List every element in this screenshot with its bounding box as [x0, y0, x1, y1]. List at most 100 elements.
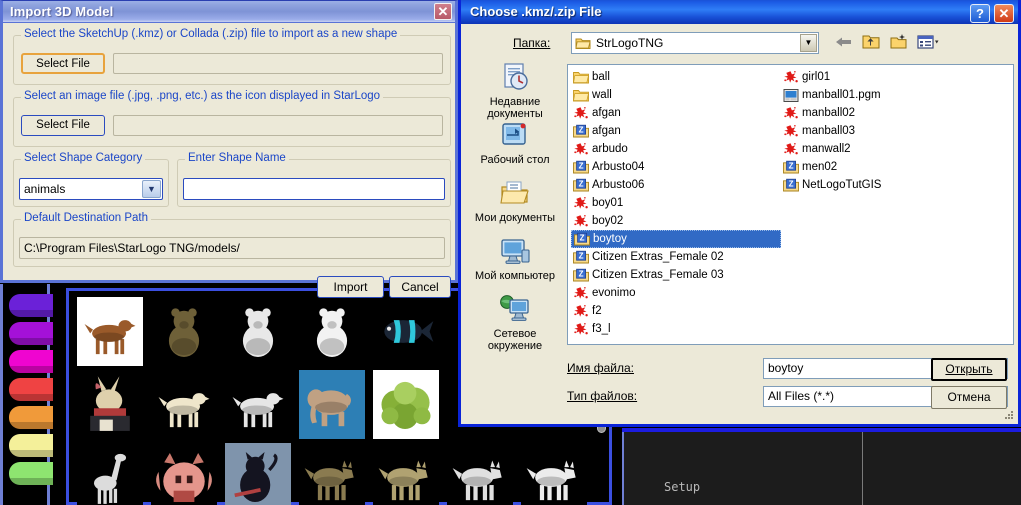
color-swatch[interactable]	[9, 406, 53, 429]
file-list-item[interactable]: Zmen02	[781, 158, 991, 176]
file-list-item[interactable]: ball	[571, 68, 781, 86]
pane-divider-left	[622, 432, 624, 505]
color-swatch[interactable]	[9, 350, 53, 373]
gallery-thumbnail[interactable]	[221, 295, 295, 368]
views-icon[interactable]	[917, 33, 939, 53]
color-swatch[interactable]	[9, 378, 53, 401]
close-icon[interactable]: ✕	[994, 4, 1014, 23]
gallery-thumbnail[interactable]	[73, 295, 147, 368]
file-list-item[interactable]: afgan	[571, 104, 781, 122]
cancel-button[interactable]: Cancel	[389, 276, 451, 298]
place-item-my-documents[interactable]: Мои документы	[465, 178, 565, 236]
gallery-thumbnail[interactable]	[369, 441, 443, 505]
file-list-item[interactable]: Z Arbusto04	[571, 158, 781, 176]
choose-dialog-titlebar[interactable]: Choose .kmz/.zip File ? ✕	[458, 0, 1021, 24]
gallery-thumbnail[interactable]	[147, 441, 221, 505]
file-list-item-label: manball02	[802, 107, 856, 119]
gallery-thumbnail-bear-brown	[151, 297, 217, 366]
file-list-item[interactable]: manball02	[781, 104, 991, 122]
network-places-icon	[465, 294, 565, 328]
file-list-item[interactable]: f2	[571, 302, 781, 320]
gallery-thumbnail-cat-black	[225, 443, 291, 505]
back-arrow-icon[interactable]	[833, 33, 855, 53]
chevron-down-icon[interactable]: ▼	[800, 34, 817, 52]
select-image-file-button[interactable]: Select File	[21, 115, 105, 136]
place-item-recent-documents[interactable]: Недавние документы	[465, 62, 565, 120]
gallery-thumbnail[interactable]	[443, 441, 517, 505]
color-swatch[interactable]	[9, 434, 53, 457]
color-swatch[interactable]	[9, 294, 53, 317]
file-list-item-label: ball	[592, 71, 610, 83]
file-list-item[interactable]: manball01.pgm	[781, 86, 991, 104]
places-bar[interactable]: Недавние документы Рабочий стол Мои докуме…	[465, 62, 565, 352]
file-list-item[interactable]: Z Citizen Extras_Female 03	[571, 266, 781, 284]
file-list-item-label: afgan	[592, 107, 621, 119]
gallery-thumbnail-wolf-tan-2	[373, 443, 439, 505]
place-item-network-places[interactable]: Сетевое окружение	[465, 294, 565, 352]
file-list-item[interactable]: f3_l	[571, 320, 781, 338]
gallery-thumbnail[interactable]	[147, 368, 221, 441]
lookin-select[interactable]: StrLogoTNG ▼	[571, 32, 819, 54]
import-button[interactable]: Import	[317, 276, 384, 298]
up-folder-icon[interactable]	[861, 33, 883, 53]
filename-label: Имя файла:	[567, 361, 634, 375]
cancel-button[interactable]: Отмена	[931, 386, 1007, 409]
place-item-my-computer[interactable]: Мой компьютер	[465, 236, 565, 294]
color-swatch[interactable]	[9, 322, 53, 345]
file-list-item[interactable]: arbudo	[571, 140, 781, 158]
gallery-thumbnail-bear-white	[225, 297, 291, 366]
shape-category-select[interactable]: animals ▼	[19, 178, 163, 200]
file-list-item[interactable]: manwall2	[781, 140, 991, 158]
file-list-item[interactable]: Z Citizen Extras_Female 02	[571, 248, 781, 266]
kmz-file-icon	[573, 196, 589, 211]
select-model-file-button[interactable]: Select File	[21, 53, 105, 74]
file-list-item[interactable]: boy01	[571, 194, 781, 212]
new-folder-icon[interactable]	[889, 33, 911, 53]
file-list-item-label: men02	[802, 161, 838, 173]
file-list-item[interactable]: Z Arbusto06	[571, 176, 781, 194]
place-item-desktop[interactable]: Рабочий стол	[465, 120, 565, 178]
file-list-item[interactable]: girl01	[781, 68, 991, 86]
file-list-item-label: Citizen Extras_Female 03	[592, 269, 724, 281]
file-list-item[interactable]: evonimo	[571, 284, 781, 302]
file-list[interactable]: ball wall afgan Zafgan arbudo Z Arbusto04 Z Arbu…	[567, 64, 1014, 345]
svg-text:Z: Z	[579, 179, 584, 188]
gallery-thumbnail[interactable]	[73, 368, 147, 441]
my-documents-icon	[465, 178, 565, 212]
image-file-path-input[interactable]	[113, 115, 443, 136]
model-file-path-input[interactable]	[113, 53, 443, 74]
gallery-thumbnail[interactable]	[147, 295, 221, 368]
file-list-item[interactable]: Zboytoy	[571, 230, 781, 248]
destination-path-input[interactable]: C:\Program Files\StarLogo TNG/models/	[19, 237, 445, 259]
gallery-thumbnail-giraffe	[77, 443, 143, 505]
gallery-thumbnail[interactable]	[295, 295, 369, 368]
kmz-file-icon	[783, 106, 799, 121]
close-icon[interactable]: ✕	[434, 3, 452, 20]
file-list-item[interactable]: wall	[571, 86, 781, 104]
resize-grip[interactable]	[1002, 408, 1016, 422]
choose-dialog-title: Choose .kmz/.zip File	[470, 4, 602, 19]
gallery-thumbnail[interactable]	[295, 368, 369, 441]
file-list-item[interactable]: manball03	[781, 122, 991, 140]
gallery-thumbnail[interactable]	[221, 441, 295, 505]
gallery-thumbnail[interactable]	[517, 441, 591, 505]
kmz-file-icon	[573, 286, 589, 301]
open-button[interactable]: Открыть	[931, 358, 1007, 381]
file-list-item[interactable]: Z NetLogoTutGIS	[781, 176, 991, 194]
gallery-thumbnail[interactable]	[221, 368, 295, 441]
import-dialog-titlebar[interactable]: Import 3D Model ✕	[3, 1, 455, 23]
gallery-thumbnail[interactable]	[369, 295, 443, 368]
color-swatch[interactable]	[9, 462, 53, 485]
setup-pane: Setup	[622, 428, 1021, 505]
gallery-thumbnail[interactable]	[369, 368, 443, 441]
color-palette[interactable]	[0, 284, 53, 505]
gallery-thumbnail[interactable]	[73, 441, 147, 505]
shape-name-input[interactable]	[183, 178, 445, 200]
chevron-down-icon[interactable]: ▼	[142, 180, 161, 198]
file-list-item[interactable]: Zafgan	[571, 122, 781, 140]
file-list-item[interactable]: boy02	[571, 212, 781, 230]
gallery-thumbnail-wolf-white	[447, 443, 513, 505]
svg-text:Z: Z	[579, 125, 584, 134]
help-icon[interactable]: ?	[970, 4, 990, 23]
gallery-thumbnail[interactable]	[295, 441, 369, 505]
